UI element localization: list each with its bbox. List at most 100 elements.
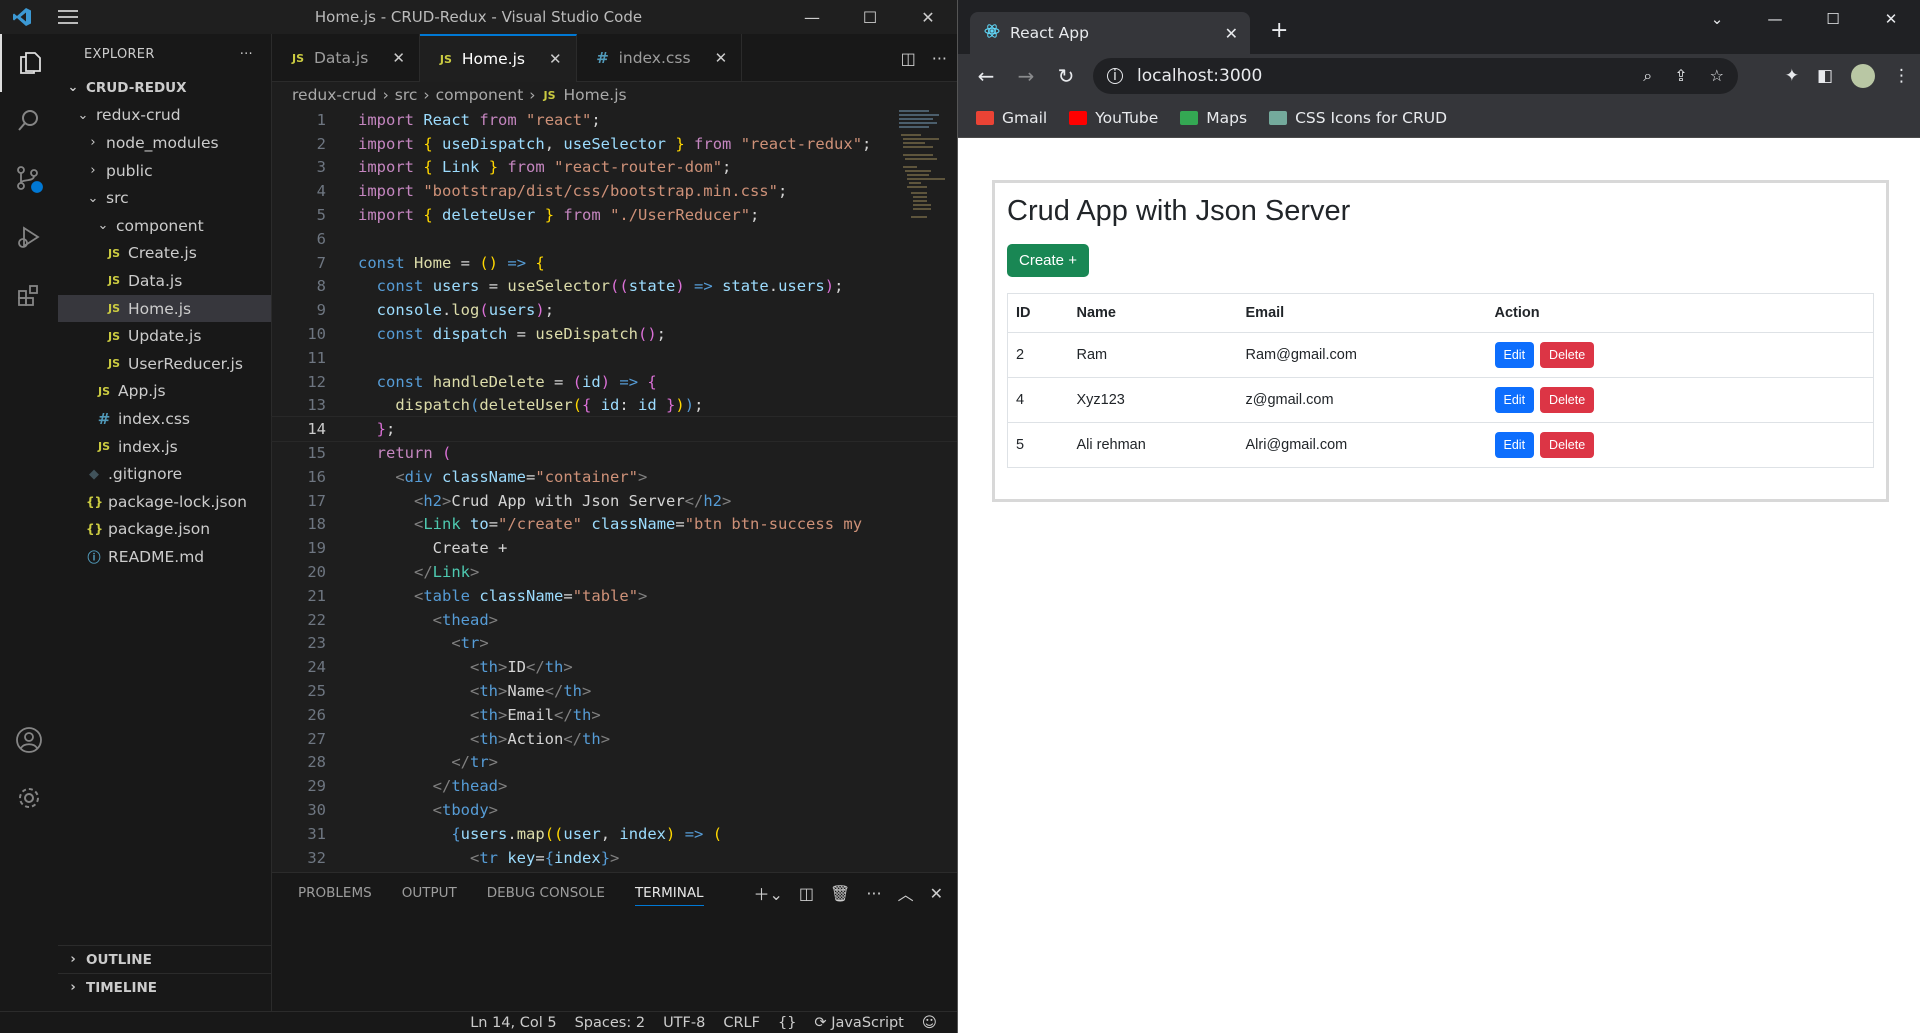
folder-item[interactable]: › public: [58, 157, 271, 185]
new-tab-icon[interactable]: +: [1270, 18, 1288, 43]
site-info-icon[interactable]: i: [1107, 68, 1123, 84]
code-line[interactable]: 20 </Link>: [272, 560, 957, 584]
hamburger-menu-icon[interactable]: [58, 6, 78, 28]
file-item[interactable]: # index.css: [58, 405, 271, 433]
code-line[interactable]: 5 import { deleteUser } from "./UserReduc…: [272, 203, 957, 227]
code-line[interactable]: 25 <th>Name</th>: [272, 679, 957, 703]
search-icon[interactable]: [0, 92, 58, 150]
panel-tab[interactable]: DEBUG CONSOLE: [487, 885, 605, 901]
code-line[interactable]: 19 Create +: [272, 536, 957, 560]
trash-icon[interactable]: 🗑: [830, 884, 850, 903]
panel-tab[interactable]: PROBLEMS: [298, 885, 372, 901]
create-button[interactable]: Create +: [1007, 244, 1089, 277]
code-line[interactable]: 10 const dispatch = useDispatch();: [272, 322, 957, 346]
file-item[interactable]: JS Data.js: [58, 267, 271, 295]
forward-icon[interactable]: →: [1006, 64, 1046, 88]
reload-icon[interactable]: ↻: [1046, 64, 1086, 88]
explorer-icon[interactable]: [0, 34, 58, 92]
address-bar[interactable]: i localhost:3000 ⌕ ⇪ ☆: [1093, 58, 1738, 94]
feedback-icon[interactable]: ☺: [922, 1015, 937, 1031]
file-item[interactable]: JS Home.js: [58, 294, 271, 323]
bookmark-item[interactable]: CSS Icons for CRUD: [1269, 109, 1447, 127]
edit-button[interactable]: Edit: [1494, 342, 1535, 368]
editor-more-icon[interactable]: ···: [932, 49, 947, 68]
manage-gear-icon[interactable]: [0, 769, 58, 827]
panel-tab[interactable]: OUTPUT: [402, 885, 457, 901]
run-debug-icon[interactable]: [0, 208, 58, 266]
minimize-icon[interactable]: —: [1746, 0, 1804, 38]
editor-tab[interactable]: JS Home.js ✕: [419, 34, 577, 82]
close-window-icon[interactable]: ✕: [899, 0, 957, 34]
delete-button[interactable]: Delete: [1540, 432, 1595, 458]
explorer-more-icon[interactable]: ···: [240, 47, 253, 62]
extensions-icon[interactable]: [0, 266, 58, 324]
editor-tab[interactable]: JS Data.js ✕: [272, 34, 420, 82]
code-line[interactable]: 12 const handleDelete = (id) => {: [272, 370, 957, 394]
maximize-icon[interactable]: ☐: [841, 0, 899, 34]
folder-item[interactable]: ⌄ redux-crud: [58, 102, 271, 130]
close-tab-icon[interactable]: ✕: [392, 49, 405, 67]
split-editor-icon[interactable]: ◫: [901, 49, 916, 68]
file-item[interactable]: ⓘ README.md: [58, 543, 271, 571]
folder-item[interactable]: ⌄ CRUD-REDUX: [58, 74, 271, 102]
bookmark-item[interactable]: Maps: [1180, 109, 1247, 127]
new-terminal-icon[interactable]: ＋⌄: [753, 881, 782, 905]
bookmark-star-icon[interactable]: ☆: [1710, 66, 1724, 86]
code-line[interactable]: 6: [272, 227, 957, 251]
cursor-position[interactable]: Ln 14, Col 5: [470, 1015, 556, 1031]
maximize-panel-icon[interactable]: ︿: [898, 881, 914, 905]
share-icon[interactable]: ⇪: [1674, 66, 1687, 86]
edit-button[interactable]: Edit: [1494, 432, 1535, 458]
close-window-icon[interactable]: ✕: [1862, 0, 1920, 38]
code-line[interactable]: 23 <tr>: [272, 632, 957, 656]
file-item[interactable]: JS Update.js: [58, 322, 271, 350]
breadcrumb-item[interactable]: Home.js: [564, 86, 627, 104]
chrome-menu-icon[interactable]: ⋮: [1893, 66, 1910, 86]
delete-button[interactable]: Delete: [1540, 387, 1595, 413]
file-item[interactable]: JS Create.js: [58, 240, 271, 268]
breadcrumb-item[interactable]: src: [395, 86, 418, 104]
file-item[interactable]: {} package.json: [58, 516, 271, 544]
accounts-icon[interactable]: [0, 711, 58, 769]
panel-tab[interactable]: TERMINAL: [634, 885, 704, 906]
minimap[interactable]: [897, 108, 947, 224]
code-line[interactable]: 17 <h2>Crud App with Json Server</h2>: [272, 489, 957, 513]
file-item[interactable]: JS index.js: [58, 433, 271, 461]
code-line[interactable]: 22 <thead>: [272, 608, 957, 632]
back-icon[interactable]: ←: [966, 64, 1006, 88]
edit-button[interactable]: Edit: [1494, 387, 1535, 413]
code-line[interactable]: 4 import "bootstrap/dist/css/bootstrap.mi…: [272, 179, 957, 203]
close-panel-icon[interactable]: ✕: [930, 884, 943, 903]
side-panel-icon[interactable]: ◧: [1817, 66, 1833, 86]
close-tab-icon[interactable]: ✕: [1225, 24, 1238, 43]
code-line[interactable]: 31 {users.map((user, index) => (: [272, 822, 957, 846]
timeline-section[interactable]: › TIMELINE: [58, 973, 272, 1001]
code-line[interactable]: 9 console.log(users);: [272, 298, 957, 322]
code-line[interactable]: 18 <Link to="/create" className="btn btn…: [272, 513, 957, 537]
file-item[interactable]: JS App.js: [58, 378, 271, 406]
code-line[interactable]: 3 import { Link } from "react-router-dom"…: [272, 156, 957, 180]
code-line[interactable]: 21 <table className="table">: [272, 584, 957, 608]
minimize-icon[interactable]: —: [783, 0, 841, 34]
code-editor[interactable]: 1 import React from "react"; 2 import { use…: [271, 108, 958, 872]
bookmark-item[interactable]: YouTube: [1069, 109, 1158, 127]
split-terminal-icon[interactable]: ◫: [799, 884, 814, 903]
encoding[interactable]: UTF-8: [663, 1015, 705, 1031]
code-line[interactable]: 8 const users = useSelector((state) => s…: [272, 275, 957, 299]
maximize-icon[interactable]: ☐: [1804, 0, 1862, 38]
breadcrumb-item[interactable]: redux-crud: [292, 86, 377, 104]
code-line[interactable]: 26 <th>Email</th>: [272, 703, 957, 727]
folder-item[interactable]: ⌄ src: [58, 184, 271, 212]
folder-item[interactable]: › node_modules: [58, 129, 271, 157]
close-tab-icon[interactable]: ✕: [549, 50, 562, 68]
code-line[interactable]: 1 import React from "react";: [272, 108, 957, 132]
code-line[interactable]: 28 </tr>: [272, 751, 957, 775]
code-line[interactable]: 2 import { useDispatch, useSelector } fro…: [272, 132, 957, 156]
code-line[interactable]: 7 const Home = () => {: [272, 251, 957, 275]
profile-avatar[interactable]: [1851, 64, 1875, 88]
outline-section[interactable]: › OUTLINE: [58, 945, 272, 973]
indentation[interactable]: Spaces: 2: [575, 1015, 645, 1031]
code-line[interactable]: 24 <th>ID</th>: [272, 655, 957, 679]
breadcrumb-item[interactable]: component: [436, 86, 524, 104]
code-line[interactable]: 11: [272, 346, 957, 370]
